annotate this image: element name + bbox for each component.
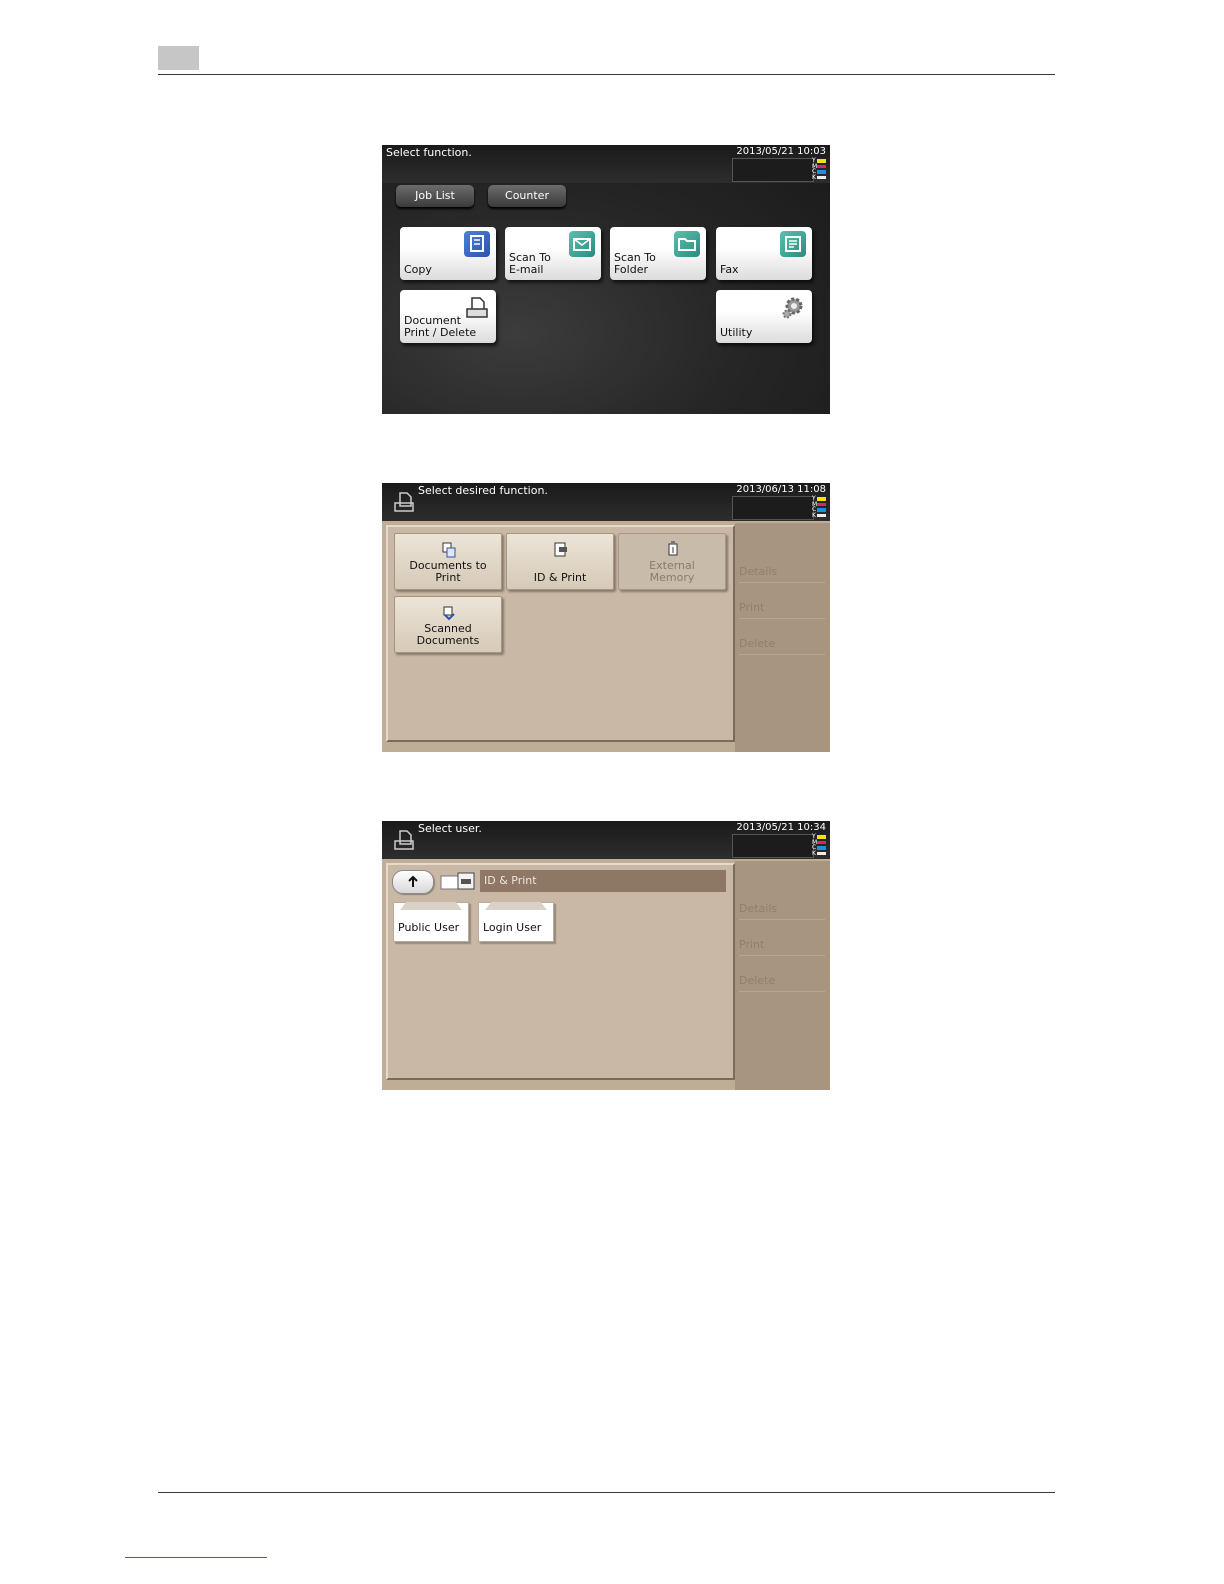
delete-button[interactable]: Delete <box>739 634 825 655</box>
button-label: External Memory <box>649 559 695 584</box>
details-button[interactable]: Details <box>739 562 825 583</box>
document-print-delete-tile[interactable]: Document Print / Delete <box>400 290 496 343</box>
fax-tile[interactable]: Fax <box>716 227 812 280</box>
datetime: 2013/05/21 10:34 <box>736 822 826 833</box>
button-label: Scanned Documents <box>416 622 480 647</box>
folder-icon <box>674 231 700 257</box>
title-bar: Select function. 2013/05/21 10:03 Y M C … <box>382 145 830 183</box>
utility-tile[interactable]: Utility <box>716 290 812 343</box>
footer-rule <box>158 1492 1055 1493</box>
side-menu: Details Print Delete <box>735 861 830 1090</box>
usb-memory-icon <box>665 540 681 556</box>
datetime: 2013/05/21 10:03 <box>736 146 826 157</box>
public-user-button[interactable]: Public User <box>393 902 469 942</box>
document-print-icon <box>392 827 418 853</box>
title-bar: Select desired function. 2013/06/13 11:0… <box>382 483 830 521</box>
envelope-icon <box>569 231 595 257</box>
toner-indicator: Y M C K <box>812 496 828 518</box>
tile-label: Copy <box>404 263 432 276</box>
toner-k: K <box>812 512 828 518</box>
id-print-path-icon <box>440 871 476 891</box>
up-button[interactable] <box>392 870 434 894</box>
up-arrow-icon <box>406 874 420 893</box>
title-bar: Select user. 2013/05/21 10:34 Y M C K <box>382 821 830 859</box>
tile-label: Utility <box>720 326 753 339</box>
screen-message: Select desired function. <box>418 484 548 497</box>
tile-label: Scan To Folder <box>614 251 656 276</box>
copy-icon <box>464 231 490 257</box>
header-tab <box>158 46 199 70</box>
button-label: Documents to Print <box>409 559 487 584</box>
header-rule <box>158 74 1055 75</box>
status-area: 2013/05/21 10:03 Y M C K <box>732 146 828 182</box>
documents-to-print-icon <box>441 542 457 558</box>
scanned-documents-button[interactable]: Scanned Documents <box>394 596 502 653</box>
status-box[interactable] <box>732 158 814 182</box>
status-area: 2013/05/21 10:34 Y M C K <box>732 822 828 858</box>
side-menu: Details Print Delete <box>735 523 830 752</box>
print-button[interactable]: Print <box>739 598 825 619</box>
external-memory-button[interactable]: External Memory <box>618 533 726 590</box>
id-print-icon <box>553 542 569 558</box>
screen-message: Select user. <box>418 822 482 835</box>
scan-to-email-tile[interactable]: Scan To E-mail <box>505 227 601 280</box>
copy-tile[interactable]: Copy <box>400 227 496 280</box>
path-label: ID & Print <box>484 874 537 887</box>
toner-k: K <box>812 174 828 180</box>
button-label: ID & Print <box>533 571 587 584</box>
fax-icon <box>780 231 806 257</box>
tile-label: Fax <box>720 263 739 276</box>
tile-label: Document Print / Delete <box>404 314 477 339</box>
user-panel <box>386 863 735 1080</box>
print-button[interactable]: Print <box>739 935 825 956</box>
documents-to-print-button[interactable]: Documents to Print <box>394 533 502 590</box>
status-box[interactable] <box>732 496 814 520</box>
status-box[interactable] <box>732 834 814 858</box>
toner-k: K <box>812 850 828 856</box>
screen-message: Select function. <box>386 146 472 159</box>
scanned-documents-icon <box>441 605 457 621</box>
tile-label: Scan To E-mail <box>509 251 551 276</box>
id-print-button[interactable]: ID & Print <box>506 533 614 590</box>
user-label: Login User <box>483 921 542 934</box>
datetime: 2013/06/13 11:08 <box>736 484 826 495</box>
path-bar: ID & Print <box>480 870 726 892</box>
status-area: 2013/06/13 11:08 Y M C K <box>732 484 828 520</box>
scan-to-folder-tile[interactable]: Scan To Folder <box>610 227 706 280</box>
screen-select-user: Select user. 2013/05/21 10:34 Y M C K De… <box>382 821 830 1090</box>
gear-icon <box>780 294 806 320</box>
screen-main-menu: Select function. 2013/05/21 10:03 Y M C … <box>382 145 830 414</box>
job-list-button[interactable]: Job List <box>396 185 474 207</box>
counter-button[interactable]: Counter <box>488 185 566 207</box>
screen-document-print-delete: Select desired function. 2013/06/13 11:0… <box>382 483 830 752</box>
toner-indicator: Y M C K <box>812 834 828 856</box>
details-button[interactable]: Details <box>739 899 825 920</box>
toner-indicator: Y M C K <box>812 158 828 180</box>
delete-button[interactable]: Delete <box>739 971 825 992</box>
footer-link[interactable] <box>125 1557 267 1558</box>
user-label: Public User <box>398 921 460 934</box>
document-print-icon <box>392 489 418 515</box>
login-user-button[interactable]: Login User <box>478 902 554 942</box>
